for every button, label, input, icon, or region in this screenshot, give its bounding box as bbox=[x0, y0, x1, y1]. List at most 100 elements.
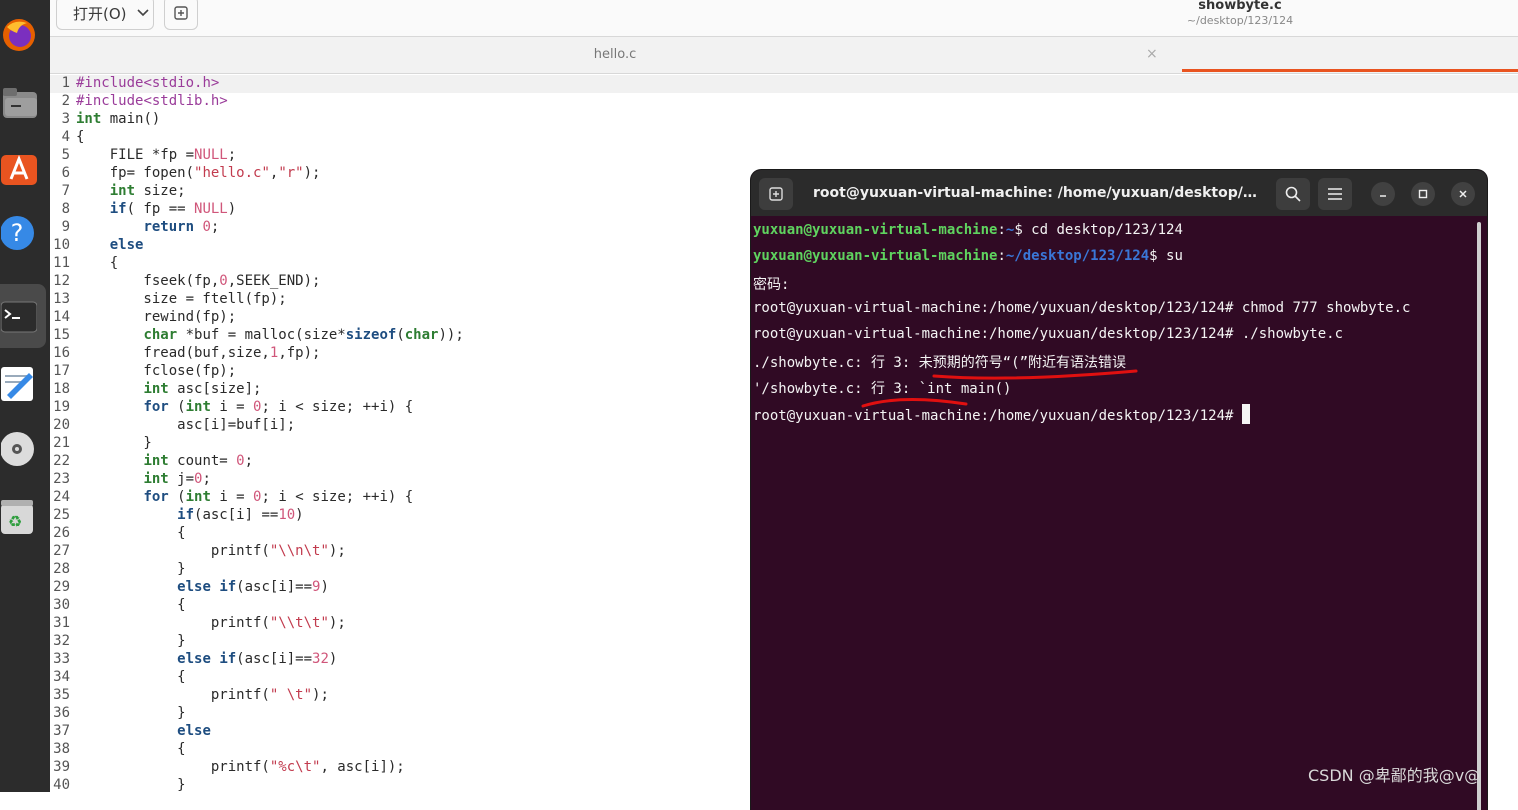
line-number: 36 bbox=[53, 705, 70, 721]
new-document-button[interactable] bbox=[164, 0, 198, 30]
code-line[interactable]: int j=0; bbox=[76, 471, 210, 487]
help-icon[interactable]: ? bbox=[0, 211, 38, 255]
disc-icon[interactable] bbox=[0, 427, 38, 471]
tab-hello-c[interactable]: hello.c × bbox=[50, 37, 1180, 73]
code-line[interactable]: { bbox=[76, 525, 185, 541]
line-number: 19 bbox=[53, 399, 70, 415]
line-number: 23 bbox=[53, 471, 70, 487]
svg-text:?: ? bbox=[11, 219, 24, 247]
code-line[interactable]: asc[i]=buf[i]; bbox=[76, 417, 295, 433]
line-number: 5 bbox=[61, 147, 70, 163]
code-line[interactable]: fclose(fp); bbox=[76, 363, 236, 379]
line-number: 15 bbox=[53, 327, 70, 343]
line-number: 8 bbox=[61, 201, 70, 217]
code-line[interactable]: for (int i = 0; i < size; ++i) { bbox=[76, 489, 413, 505]
line-number: 37 bbox=[53, 723, 70, 739]
code-line[interactable]: printf(" \t"); bbox=[76, 687, 329, 703]
line-number: 39 bbox=[53, 759, 70, 775]
code-line[interactable]: int main() bbox=[76, 111, 160, 127]
text-editor-icon[interactable] bbox=[0, 361, 38, 405]
tab-bar: hello.c × bbox=[50, 37, 1518, 74]
code-line[interactable]: { bbox=[76, 255, 118, 271]
line-number: 30 bbox=[53, 597, 70, 613]
svg-text:♻: ♻ bbox=[8, 512, 22, 531]
firefox-icon[interactable] bbox=[0, 13, 38, 57]
line-number: 7 bbox=[61, 183, 70, 199]
code-line[interactable]: FILE *fp =NULL; bbox=[76, 147, 236, 163]
document-title: showbyte.c bbox=[1198, 0, 1282, 13]
line-number: 16 bbox=[53, 345, 70, 361]
code-line[interactable]: else bbox=[76, 723, 211, 739]
line-number: 1 bbox=[61, 75, 70, 91]
code-line[interactable]: int count= 0; bbox=[76, 453, 253, 469]
open-button[interactable]: 打开(O) bbox=[56, 0, 154, 30]
code-line[interactable]: printf("\\n\t"); bbox=[76, 543, 346, 559]
software-icon[interactable] bbox=[0, 145, 38, 189]
chevron-down-icon bbox=[136, 9, 149, 17]
line-number: 14 bbox=[53, 309, 70, 325]
line-number: 12 bbox=[53, 273, 70, 289]
line-number: 13 bbox=[53, 291, 70, 307]
line-number: 31 bbox=[53, 615, 70, 631]
line-number: 10 bbox=[53, 237, 70, 253]
code-line[interactable]: fseek(fp,0,SEEK_END); bbox=[76, 273, 320, 289]
terminal-icon[interactable] bbox=[0, 294, 38, 338]
code-line[interactable]: } bbox=[76, 435, 151, 451]
code-line[interactable]: fread(buf,size,1,fp); bbox=[76, 345, 320, 361]
code-line[interactable]: return 0; bbox=[76, 219, 219, 235]
terminal-window[interactable]: root@yuxuan-virtual-machine: /home/yuxua… bbox=[751, 170, 1487, 810]
line-number: 20 bbox=[53, 417, 70, 433]
code-line[interactable]: } bbox=[76, 561, 185, 577]
line-number: 2 bbox=[61, 93, 70, 109]
line-number: 35 bbox=[53, 687, 70, 703]
line-number: 26 bbox=[53, 525, 70, 541]
watermark: CSDN @卑鄙的我@v@ bbox=[1308, 766, 1481, 785]
code-line[interactable]: fp= fopen("hello.c","r"); bbox=[76, 165, 321, 181]
code-line[interactable]: else if(asc[i]==9) bbox=[76, 579, 329, 595]
open-button-label: 打开(O) bbox=[73, 4, 127, 23]
code-line[interactable]: size = ftell(fp); bbox=[76, 291, 286, 307]
line-number: 25 bbox=[53, 507, 70, 523]
code-line[interactable]: int asc[size]; bbox=[76, 381, 261, 397]
dock: ? ♻ bbox=[0, 0, 50, 792]
code-line[interactable]: { bbox=[76, 741, 185, 757]
code-line[interactable]: if(asc[i] ==10) bbox=[76, 507, 303, 523]
line-number: 11 bbox=[53, 255, 70, 271]
code-line[interactable]: printf("\\t\t"); bbox=[76, 615, 346, 631]
line-number: 21 bbox=[53, 435, 70, 451]
code-line[interactable]: { bbox=[76, 597, 185, 613]
line-number: 24 bbox=[53, 489, 70, 505]
code-line[interactable]: rewind(fp); bbox=[76, 309, 236, 325]
code-line[interactable]: } bbox=[76, 705, 185, 721]
code-line[interactable]: else bbox=[76, 237, 144, 253]
code-line[interactable]: #include<stdlib.h> bbox=[76, 93, 228, 109]
line-number: 29 bbox=[53, 579, 70, 595]
line-number: 3 bbox=[61, 111, 70, 127]
code-line[interactable]: { bbox=[76, 669, 185, 685]
code-line[interactable]: printf("%c\t", asc[i]); bbox=[76, 759, 405, 775]
line-number: 6 bbox=[61, 165, 70, 181]
line-number: 40 bbox=[53, 777, 70, 793]
tab-close-icon[interactable]: × bbox=[1146, 46, 1158, 62]
new-tab-icon bbox=[174, 6, 188, 20]
code-line[interactable]: char *buf = malloc(size*sizeof(char)); bbox=[76, 327, 463, 343]
trash-icon[interactable]: ♻ bbox=[0, 494, 38, 538]
code-line[interactable]: } bbox=[76, 633, 185, 649]
code-line[interactable]: #include<stdio.h> bbox=[76, 75, 219, 91]
active-tab-indicator[interactable] bbox=[1182, 69, 1518, 72]
document-path: ~/desktop/123/124 bbox=[1186, 14, 1294, 27]
line-number: 22 bbox=[53, 453, 70, 469]
line-number: 4 bbox=[61, 129, 70, 145]
code-line[interactable]: } bbox=[76, 777, 185, 793]
code-line[interactable]: else if(asc[i]==32) bbox=[76, 651, 337, 667]
code-line[interactable]: { bbox=[76, 129, 84, 145]
line-number: 17 bbox=[53, 363, 70, 379]
line-number: 27 bbox=[53, 543, 70, 559]
files-icon[interactable] bbox=[0, 80, 38, 124]
code-line[interactable]: if( fp == NULL) bbox=[76, 201, 236, 217]
line-number: 38 bbox=[53, 741, 70, 757]
code-line[interactable]: for (int i = 0; i < size; ++i) { bbox=[76, 399, 413, 415]
current-line-highlight bbox=[50, 75, 1518, 93]
line-number: 9 bbox=[61, 219, 70, 235]
code-line[interactable]: int size; bbox=[76, 183, 186, 199]
